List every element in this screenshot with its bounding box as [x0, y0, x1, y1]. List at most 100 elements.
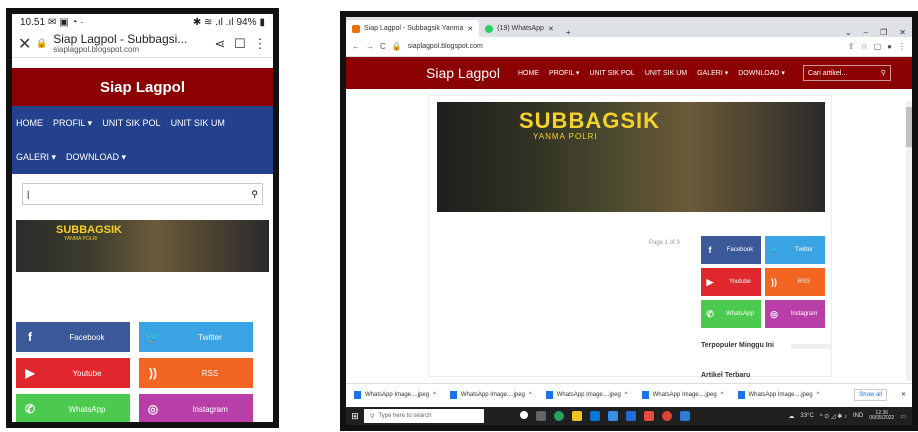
nav-home[interactable]: HOME — [518, 70, 539, 77]
chevron-up-icon[interactable]: ^ — [433, 392, 436, 398]
download-item[interactable]: WhatsApp Image....jpeg ^ — [737, 390, 826, 399]
weather-icon[interactable]: ☁ — [788, 413, 794, 420]
nav-unit-sik-pol[interactable]: UNIT SIK POL — [102, 118, 160, 128]
sidebar-icon[interactable]: ▢ — [874, 42, 882, 51]
minimize-icon[interactable]: – — [858, 28, 874, 37]
page-scrollbar[interactable] — [906, 101, 912, 381]
download-filename: WhatsApp Image....jpeg — [652, 391, 717, 398]
nav-profil[interactable]: PROFIL ▾ — [53, 118, 92, 129]
nav-unit-sik-um[interactable]: UNIT SIK UM — [171, 118, 225, 128]
image-file-icon — [737, 390, 745, 399]
rss-button[interactable]: )) RSS — [139, 358, 253, 388]
edge-icon[interactable] — [554, 411, 564, 421]
reload-icon[interactable]: C — [380, 42, 386, 51]
chrome-icon[interactable] — [662, 411, 672, 421]
instagram-button[interactable]: ◎ Instagram — [765, 300, 825, 328]
star-icon[interactable]: ☆ — [860, 42, 867, 51]
text-cursor: | — [27, 189, 30, 199]
back-icon[interactable]: ← — [352, 42, 360, 51]
chevron-up-icon[interactable]: ^ — [817, 392, 820, 398]
instagram-label: Instagram — [790, 311, 818, 317]
site-brand[interactable]: Siap Lagpol — [426, 65, 500, 81]
mail-icon[interactable] — [626, 411, 636, 421]
whatsapp-button[interactable]: ✆ WhatsApp — [16, 394, 130, 422]
share-icon[interactable]: ⇪ — [848, 42, 855, 51]
whatsapp-button[interactable]: ✆ WhatsApp — [701, 300, 761, 328]
nav-profil[interactable]: PROFIL ▾ — [549, 69, 579, 77]
profile-icon[interactable]: ● — [887, 42, 892, 51]
more-menu-icon[interactable]: ⋮ — [898, 42, 906, 51]
notification-icon[interactable]: ▭ — [900, 413, 906, 420]
task-view-icon[interactable] — [536, 411, 546, 421]
new-tab-icon[interactable]: + — [560, 28, 577, 37]
tab-search-icon[interactable]: ⌄ — [839, 28, 858, 37]
battery-percent: 94% — [236, 16, 257, 28]
taskbar-search-input[interactable]: ⚲ Type here to search — [364, 409, 484, 423]
scrollbar-thumb[interactable] — [906, 107, 912, 147]
nav-download[interactable]: DOWNLOAD ▾ — [66, 152, 126, 163]
file-explorer-icon[interactable] — [572, 411, 582, 421]
instagram-button[interactable]: ◎ Instagram — [139, 394, 253, 422]
windows-start-icon[interactable]: ⊞ — [346, 411, 364, 422]
url-field[interactable]: siaplagpol.blogspot.com — [408, 43, 842, 50]
youtube-button[interactable]: ▶ Youtube — [701, 268, 761, 296]
chevron-up-icon[interactable]: ^ — [721, 392, 724, 398]
chevron-up-icon[interactable]: ^ — [529, 392, 532, 398]
download-filename: WhatsApp Image....jpeg — [365, 391, 430, 398]
pinned-apps — [520, 411, 690, 421]
site-brand[interactable]: Siap Lagpol — [12, 68, 273, 106]
nav-unit-sik-um[interactable]: UNIT SIK UM — [645, 70, 687, 77]
twitter-button[interactable]: 🐦 Twitter — [139, 322, 253, 352]
share-icon[interactable]: ⋖ — [213, 36, 227, 52]
search-input[interactable]: | ⚲ — [22, 183, 263, 205]
close-window-icon[interactable]: ✕ — [893, 28, 912, 37]
tray-icons[interactable]: ^ ⊙ ◿ ✱ ♪ — [820, 413, 847, 420]
chevron-up-icon[interactable]: ^ — [625, 392, 628, 398]
app-icon[interactable] — [644, 411, 654, 421]
youtube-label: Youtube — [729, 279, 751, 285]
nav-galeri[interactable]: GALERI ▾ — [16, 152, 56, 163]
search-input[interactable]: Cari artikel... ⚲ — [802, 65, 891, 81]
facebook-button[interactable]: f Facebook — [701, 236, 761, 264]
search-placeholder: Cari artikel... — [807, 69, 848, 77]
heading-rule — [791, 344, 831, 349]
rss-button[interactable]: )) RSS — [765, 268, 825, 296]
tab-close-icon[interactable]: ✕ — [467, 25, 473, 33]
close-icon[interactable]: ✕ — [18, 34, 31, 54]
desktop-screen: Siap Lagpol - Subbagsik Yanma ✕ (19) Wha… — [340, 11, 918, 431]
bookmark-icon[interactable]: ☐ — [233, 36, 247, 52]
download-item[interactable]: WhatsApp Image....jpeg ^ — [354, 390, 442, 399]
word-icon[interactable] — [680, 411, 690, 421]
tab-whatsapp[interactable]: (19) WhatsApp ✕ — [479, 20, 560, 37]
ie-icon[interactable] — [608, 411, 618, 421]
nav-home[interactable]: HOME — [16, 118, 43, 128]
show-all-button[interactable]: Show all — [854, 388, 887, 401]
forward-icon[interactable]: → — [366, 42, 374, 51]
page-title-block[interactable]: Siap Lagpol - Subbagsi... siaplagpol.blo… — [53, 33, 207, 54]
youtube-button[interactable]: ▶ Youtube — [16, 358, 130, 388]
whatsapp-label: WhatsApp — [68, 404, 106, 414]
download-item[interactable]: WhatsApp Image....jpeg ^ — [641, 390, 730, 399]
clock[interactable]: 12.36 06/05/2022 — [869, 410, 894, 422]
tab-siap-lagpol[interactable]: Siap Lagpol - Subbagsik Yanma ✕ — [346, 20, 480, 37]
twitter-button[interactable]: 🐦 Twitter — [765, 236, 825, 264]
search-icon[interactable]: ⚲ — [251, 189, 258, 200]
facebook-button[interactable]: f Facebook — [16, 322, 130, 352]
more-menu-icon[interactable]: ⋮ — [253, 36, 267, 52]
search-icon[interactable]: ⚲ — [881, 69, 886, 77]
instagram-icon: ◎ — [147, 402, 159, 416]
popular-heading: Terpopuler Minggu Ini — [701, 342, 774, 349]
restore-icon[interactable]: ❐ — [874, 28, 893, 37]
download-item[interactable]: WhatsApp Image....jpeg ^ — [545, 390, 634, 399]
tab-close-icon[interactable]: ✕ — [548, 25, 554, 33]
cortana-icon[interactable] — [520, 411, 528, 419]
close-downloads-icon[interactable]: ✕ — [895, 391, 912, 398]
nav-download[interactable]: DOWNLOAD ▾ — [738, 69, 785, 77]
nav-galeri[interactable]: GALERI ▾ — [697, 69, 728, 77]
language-indicator[interactable]: IND — [853, 413, 863, 419]
store-icon[interactable] — [590, 411, 600, 421]
youtube-icon: ▶ — [706, 276, 714, 287]
download-item[interactable]: WhatsApp Image....jpeg ^ — [449, 390, 538, 399]
nav-unit-sik-pol[interactable]: UNIT SIK POL — [589, 70, 634, 77]
weather-temp[interactable]: 33°C — [800, 413, 813, 419]
